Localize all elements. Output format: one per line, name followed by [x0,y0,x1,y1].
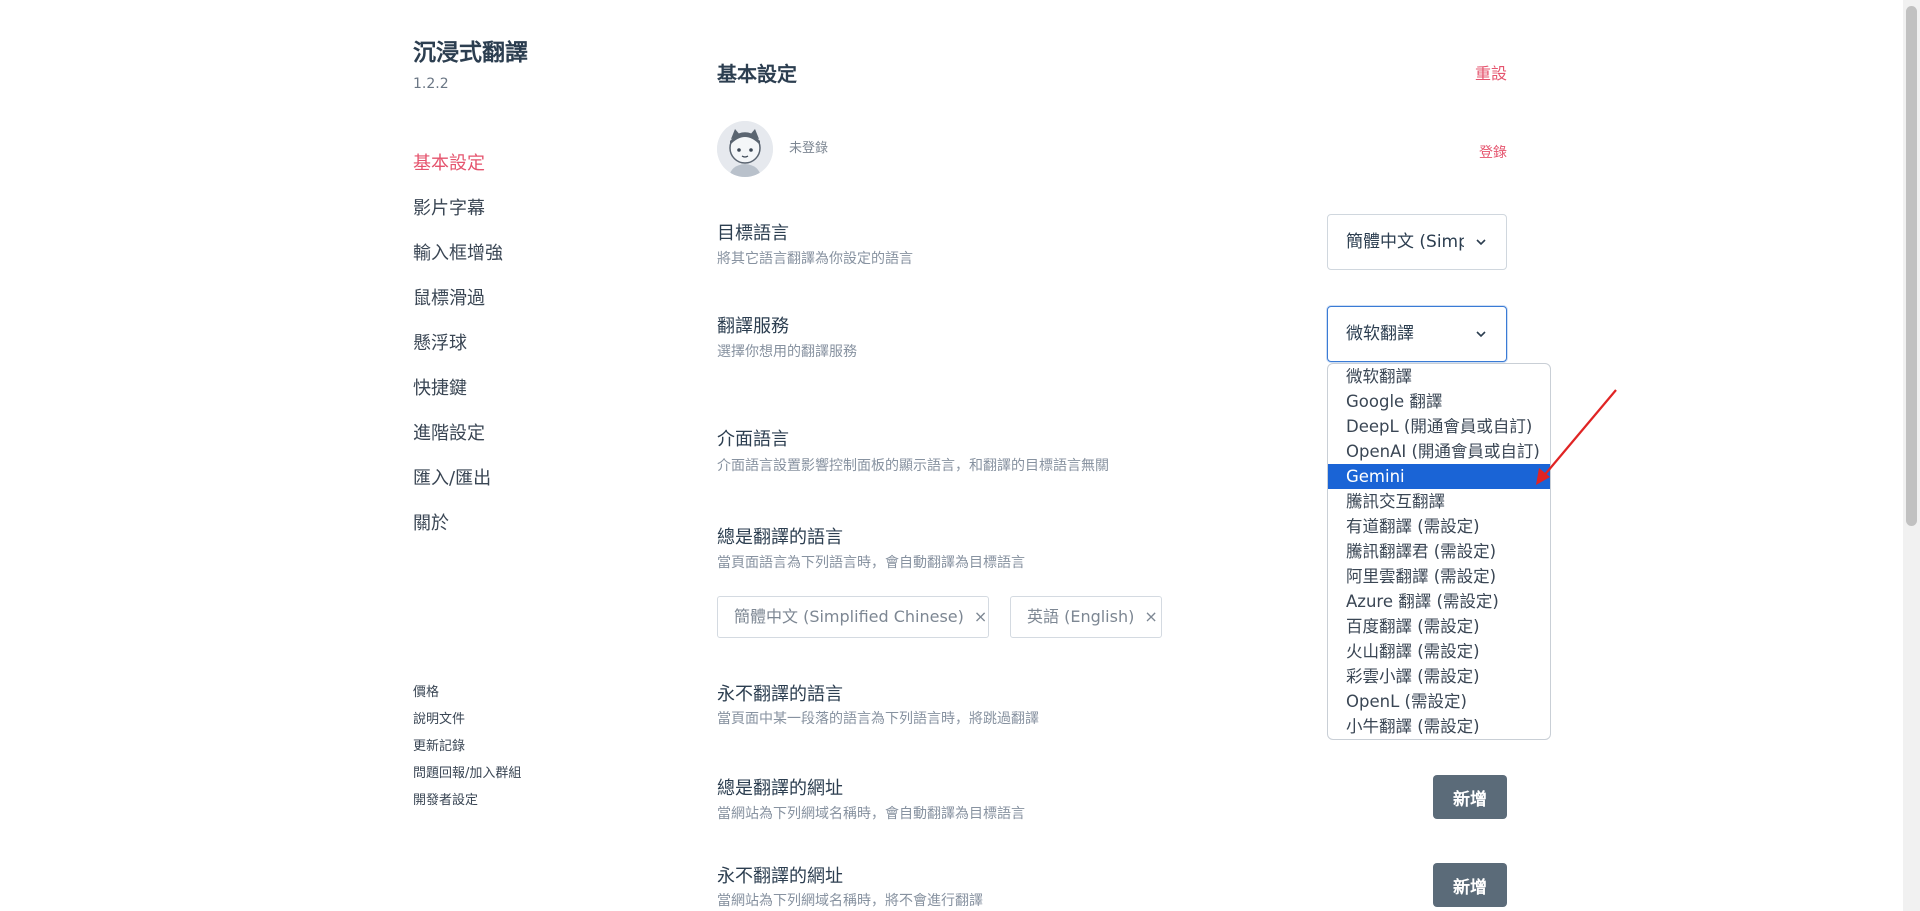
language-tag: 簡體中文 (Simplified Chinese) × [717,596,989,638]
footer-link-changelog[interactable]: 更新記錄 [413,735,465,754]
sidebar-item-floating-ball[interactable]: 懸浮球 [413,329,467,355]
language-tag-label: 簡體中文 (Simplified Chinese) [734,607,964,626]
dropdown-option[interactable]: OpenL (需設定) [1328,689,1550,714]
language-tag-label: 英語 (English) [1027,607,1135,626]
translation-service-desc: 選擇你想用的翻譯服務 [717,344,857,360]
dropdown-option[interactable]: 有道翻譯 (需設定) [1328,514,1550,539]
dropdown-option[interactable]: 微软翻譯 [1328,364,1550,389]
dropdown-option[interactable]: 騰訊交互翻譯 [1328,489,1550,514]
always-translate-languages-label: 總是翻譯的語言 [717,527,843,548]
always-translate-urls-desc: 當網站為下列網域名稱時，會自動翻譯為目標語言 [717,806,1025,822]
login-button[interactable]: 登錄 [1479,142,1507,162]
dropdown-option[interactable]: 小牛翻譯 (需設定) [1328,714,1550,739]
footer-link-docs[interactable]: 說明文件 [413,708,465,727]
reset-button[interactable]: 重設 [1475,60,1507,84]
footer-link-developer[interactable]: 開發者設定 [413,789,478,808]
target-language-value: 簡體中文 (Simplified Chinese) [1346,232,1464,252]
target-language-select[interactable]: 簡體中文 (Simplified Chinese) [1327,214,1507,270]
never-translate-urls-desc: 當網站為下列網域名稱時，將不會進行翻譯 [717,893,983,909]
add-never-translate-url-button[interactable]: 新增 [1433,863,1507,907]
dropdown-option[interactable]: 百度翻譯 (需設定) [1328,614,1550,639]
translation-service-value: 微软翻譯 [1346,324,1414,344]
app-title: 沉浸式翻譯 [413,40,528,66]
language-tag: 英語 (English) × [1010,596,1162,638]
dropdown-option[interactable]: 火山翻譯 (需設定) [1328,639,1550,664]
translation-service-label: 翻譯服務 [717,316,789,337]
login-status: 未登錄 [789,141,829,156]
dropdown-option[interactable]: Azure 翻譯 (需設定) [1328,589,1550,614]
dropdown-option[interactable]: OpenAI (開通會員或自訂) [1328,439,1550,464]
footer-link-pricing[interactable]: 價格 [413,681,439,700]
dropdown-option[interactable]: 彩雲小譯 (需設定) [1328,664,1550,689]
target-language-label: 目標語言 [717,223,789,244]
ui-language-desc: 介面語言設置影響控制面板的顯示語言，和翻譯的目標語言無關 [717,458,1109,474]
close-icon[interactable]: × [1144,607,1157,626]
always-translate-urls-label: 總是翻譯的網址 [717,778,843,799]
dropdown-option[interactable]: Google 翻譯 [1328,389,1550,414]
dropdown-option-highlighted[interactable]: Gemini [1328,464,1550,489]
sidebar: 沉浸式翻譯 1.2.2 基本設定 影片字幕 輸入框增強 鼠標滑過 懸浮球 快捷鍵… [413,38,653,534]
target-language-desc: 將其它語言翻譯為你設定的語言 [717,251,913,267]
never-translate-languages-label: 永不翻譯的語言 [717,684,843,705]
ui-language-label: 介面語言 [717,429,789,450]
annotation-arrow-icon [1536,389,1617,485]
chevron-down-icon [1476,239,1486,246]
dropdown-option[interactable]: 騰訊翻譯君 (需設定) [1328,539,1550,564]
app-version: 1.2.2 [413,76,449,92]
translation-service-select[interactable]: 微软翻譯 [1327,306,1507,362]
never-translate-languages-desc: 當頁面中某一段落的語言為下列語言時，將跳過翻譯 [717,711,1039,727]
sidebar-item-import-export[interactable]: 匯入/匯出 [413,464,491,490]
sidebar-item-shortcuts[interactable]: 快捷鍵 [413,374,467,400]
always-translate-languages-desc: 當頁面語言為下列語言時，會自動翻譯為目標語言 [717,555,1025,571]
close-icon[interactable]: × [974,607,987,626]
chevron-down-icon [1476,331,1486,338]
page-title: 基本設定 [717,62,797,86]
sidebar-item-mouse-hover[interactable]: 鼠標滑過 [413,284,485,310]
sidebar-item-about[interactable]: 關於 [413,509,449,535]
translation-service-dropdown: 微软翻譯 Google 翻譯 DeepL (開通會員或自訂) OpenAI (開… [1327,363,1551,740]
sidebar-item-basic-settings[interactable]: 基本設定 [413,149,485,175]
sidebar-item-video-subtitles[interactable]: 影片字幕 [413,194,485,220]
sidebar-item-input-enhance[interactable]: 輸入框增強 [413,239,503,265]
dropdown-option[interactable]: 阿里雲翻譯 (需設定) [1328,564,1550,589]
settings-page: 沉浸式翻譯 1.2.2 基本設定 影片字幕 輸入框增強 鼠標滑過 懸浮球 快捷鍵… [0,0,1920,911]
dropdown-option[interactable]: DeepL (開通會員或自訂) [1328,414,1550,439]
footer-link-feedback[interactable]: 問題回報/加入群組 [413,762,521,781]
never-translate-urls-label: 永不翻譯的網址 [717,866,843,887]
add-always-translate-url-button[interactable]: 新增 [1433,775,1507,819]
scrollbar-thumb[interactable] [1906,6,1917,526]
avatar-icon [717,121,773,177]
sidebar-item-advanced[interactable]: 進階設定 [413,419,485,445]
